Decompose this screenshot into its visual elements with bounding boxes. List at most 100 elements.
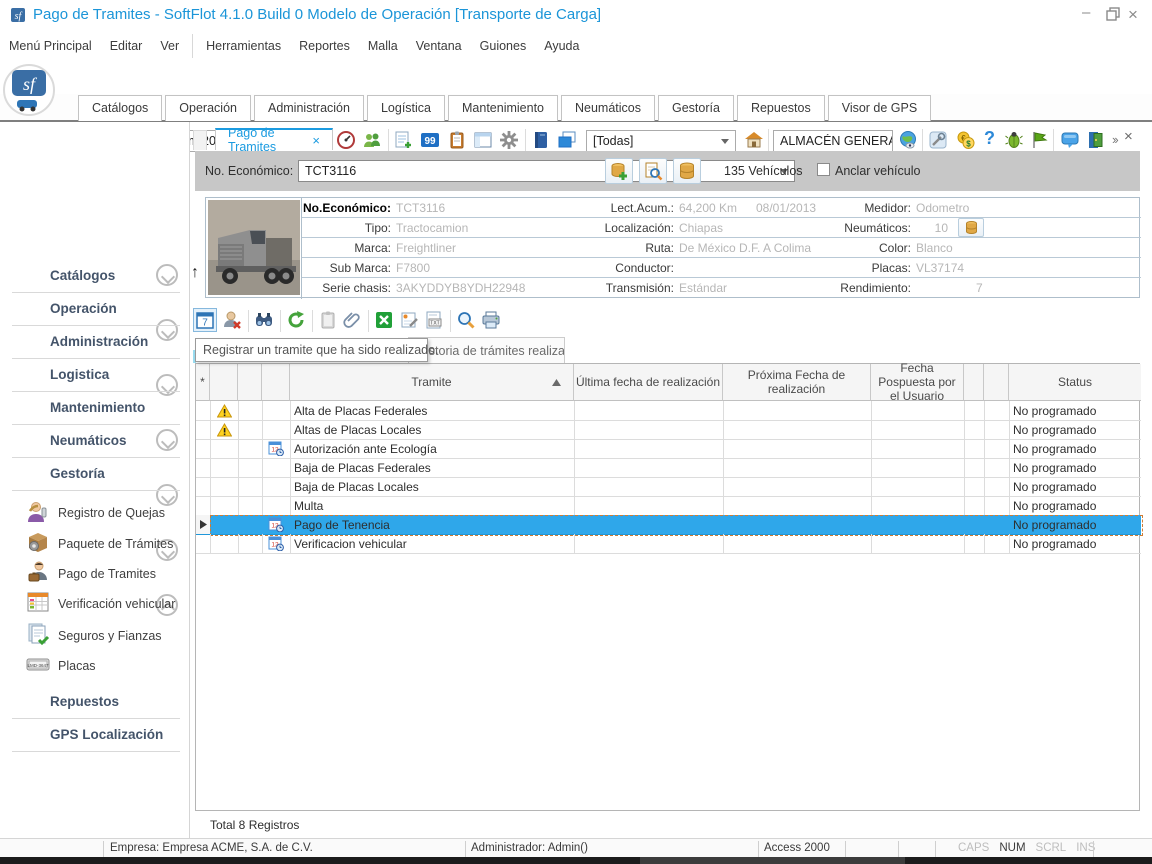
menu-item-ayuda[interactable]: Ayuda: [535, 39, 588, 53]
module-tab-mantenimiento[interactable]: Mantenimiento: [448, 95, 558, 121]
anchor-vehicle-checkbox[interactable]: [817, 163, 830, 176]
table-row[interactable]: Baja de Placas Locales No programado: [196, 477, 1141, 496]
sidebar-item-paquete-tramites[interactable]: Paquete de Trámites: [58, 537, 173, 551]
menu-item-ver[interactable]: Ver: [151, 39, 188, 53]
help-icon[interactable]: ?: [984, 128, 995, 149]
menu-item-herramientas[interactable]: Herramientas: [197, 39, 290, 53]
sidebar-item-registro-quejas[interactable]: Registro de Quejas: [58, 506, 165, 520]
table-row[interactable]: Altas de Placas Locales No programado: [196, 420, 1141, 439]
module-tab-administracion[interactable]: Administración: [254, 95, 364, 121]
svg-text:LMD-3647: LMD-3647: [27, 663, 49, 668]
export-txt-button[interactable]: TXT: [424, 310, 444, 330]
close-button[interactable]: ×: [1128, 5, 1138, 25]
expand-down-icon[interactable]: [156, 264, 178, 286]
remove-tramite-button[interactable]: [222, 310, 242, 330]
grid-header-proxima-fecha[interactable]: Próxima Fecha de realización: [723, 364, 871, 401]
sidebar-item-pago-tramites[interactable]: Pago de Tramites: [58, 567, 156, 581]
tasks-clipboard-icon[interactable]: [447, 130, 467, 150]
sidebar-section-logistica[interactable]: Logistica: [50, 367, 109, 382]
windows-icon[interactable]: [557, 130, 577, 150]
menu-item-ventana[interactable]: Ventana: [407, 39, 471, 53]
sidebar-section-mantenimiento[interactable]: Mantenimiento: [50, 400, 145, 415]
warehouse-input[interactable]: ALMACÉN GENERAL: [773, 130, 893, 152]
menu-item-malla[interactable]: Malla: [359, 39, 407, 53]
table-row[interactable]: 12 Verificacion vehicular No programado: [196, 534, 1141, 553]
export-excel-button[interactable]: [374, 310, 394, 330]
globe-icon[interactable]: [898, 130, 918, 150]
menu-item-editar[interactable]: Editar: [101, 39, 152, 53]
tab-close-icon[interactable]: ×: [312, 133, 320, 148]
grid-header-status[interactable]: Status: [1009, 364, 1141, 401]
menu-item-reportes[interactable]: Reportes: [290, 39, 359, 53]
sidebar-section-neumaticos[interactable]: Neumáticos: [50, 433, 127, 448]
expand-down-icon[interactable]: [156, 374, 178, 396]
exit-door-icon[interactable]: [1086, 130, 1106, 150]
table-row-selected[interactable]: 12 Pago de Tenencia No programado: [196, 515, 1141, 534]
settings-gear-icon[interactable]: [499, 130, 519, 150]
notebook-icon[interactable]: [531, 130, 551, 150]
sidebar-section-gestoria[interactable]: Gestoría: [50, 466, 105, 481]
table-row[interactable]: 12 Autorización ante Ecología No program…: [196, 439, 1141, 458]
home-icon[interactable]: [744, 130, 764, 150]
svg-text:99: 99: [424, 136, 436, 147]
table-row[interactable]: Alta de Placas Federales No programado: [196, 401, 1141, 420]
quick-99-icon[interactable]: 99: [420, 130, 440, 150]
grid-header-tramite[interactable]: Tramite: [290, 364, 574, 401]
module-tab-visor-gps[interactable]: Visor de GPS: [828, 95, 932, 121]
expand-down-icon[interactable]: [156, 319, 178, 341]
sidebar-section-gps-localizacion[interactable]: GPS Localización: [50, 727, 163, 742]
restore-button[interactable]: [1106, 7, 1120, 21]
paste-button[interactable]: [318, 310, 338, 330]
layout-icon[interactable]: [473, 130, 493, 150]
expand-down-icon[interactable]: [156, 429, 178, 451]
table-row[interactable]: Baja de Placas Federales No programado: [196, 458, 1141, 477]
sidebar-section-catalogos[interactable]: Catálogos: [50, 268, 115, 283]
feedback-bubble-icon[interactable]: [1060, 130, 1080, 150]
search-records-button[interactable]: [254, 310, 274, 330]
minimize-button[interactable]: –: [1082, 4, 1090, 21]
bug-report-icon[interactable]: [1004, 130, 1024, 150]
gauge-icon[interactable]: [336, 130, 356, 150]
module-tab-catalogos[interactable]: Catálogos: [78, 95, 162, 121]
sidebar-section-administracion[interactable]: Administración: [50, 334, 148, 349]
tools-search-icon[interactable]: [928, 130, 948, 150]
new-document-icon[interactable]: [393, 130, 413, 150]
sidebar-item-verificacion-vehicular[interactable]: Verificación vehicular: [58, 597, 175, 611]
grid-header-fecha-pospuesta[interactable]: Fecha Pospuesta por el Usuario: [871, 364, 964, 401]
sidebar-section-repuestos[interactable]: Repuestos: [50, 694, 119, 709]
expand-down-icon[interactable]: [156, 484, 178, 506]
register-tramite-button[interactable]: 7: [193, 308, 217, 332]
document-tab-pago-tramites[interactable]: Pago de Tramites ×: [215, 128, 333, 150]
collapse-panel-arrow-icon[interactable]: ↑: [191, 264, 199, 282]
vehicle-combo[interactable]: TCT3116: [298, 160, 795, 182]
grid-header-ultima-fecha[interactable]: Última fecha de realización: [574, 364, 723, 401]
overflow-icon[interactable]: ››: [1112, 132, 1117, 147]
users-icon[interactable]: [362, 130, 382, 150]
flag-icon[interactable]: [1029, 130, 1049, 150]
print-button[interactable]: [481, 310, 501, 330]
search-vehicle-button[interactable]: [639, 158, 667, 184]
vehicle-database-button[interactable]: [673, 158, 701, 184]
table-row[interactable]: Multa No programado: [196, 496, 1141, 515]
tires-database-button[interactable]: [958, 218, 984, 237]
menu-item-guiones[interactable]: Guiones: [471, 39, 536, 53]
add-vehicle-button[interactable]: [605, 158, 633, 184]
sidebar-item-seguros-fianzas[interactable]: Seguros y Fianzas: [58, 629, 162, 643]
refresh-button[interactable]: [286, 310, 306, 330]
module-tab-gestoria[interactable]: Gestoría: [658, 95, 734, 121]
module-tab-operacion[interactable]: Operación: [165, 95, 251, 121]
document-area-close-icon[interactable]: ×: [1124, 128, 1133, 145]
svg-text:TXT: TXT: [430, 321, 439, 327]
menu-item-menu-principal[interactable]: Menú Principal: [0, 39, 101, 53]
module-tab-logistica[interactable]: Logística: [367, 95, 445, 121]
print-preview-button[interactable]: [456, 310, 476, 330]
sidebar-section-operacion[interactable]: Operación: [50, 301, 117, 316]
scope-combo[interactable]: [Todas]: [586, 130, 736, 152]
sidebar-item-placas[interactable]: Placas: [58, 659, 96, 673]
edit-note-button[interactable]: [399, 310, 419, 330]
currency-icon[interactable]: €$: [956, 130, 976, 150]
vehicle-combo-value: TCT3116: [299, 164, 780, 178]
attach-button[interactable]: [342, 310, 362, 330]
module-tab-repuestos[interactable]: Repuestos: [737, 95, 825, 121]
module-tab-neumaticos[interactable]: Neumáticos: [561, 95, 655, 121]
